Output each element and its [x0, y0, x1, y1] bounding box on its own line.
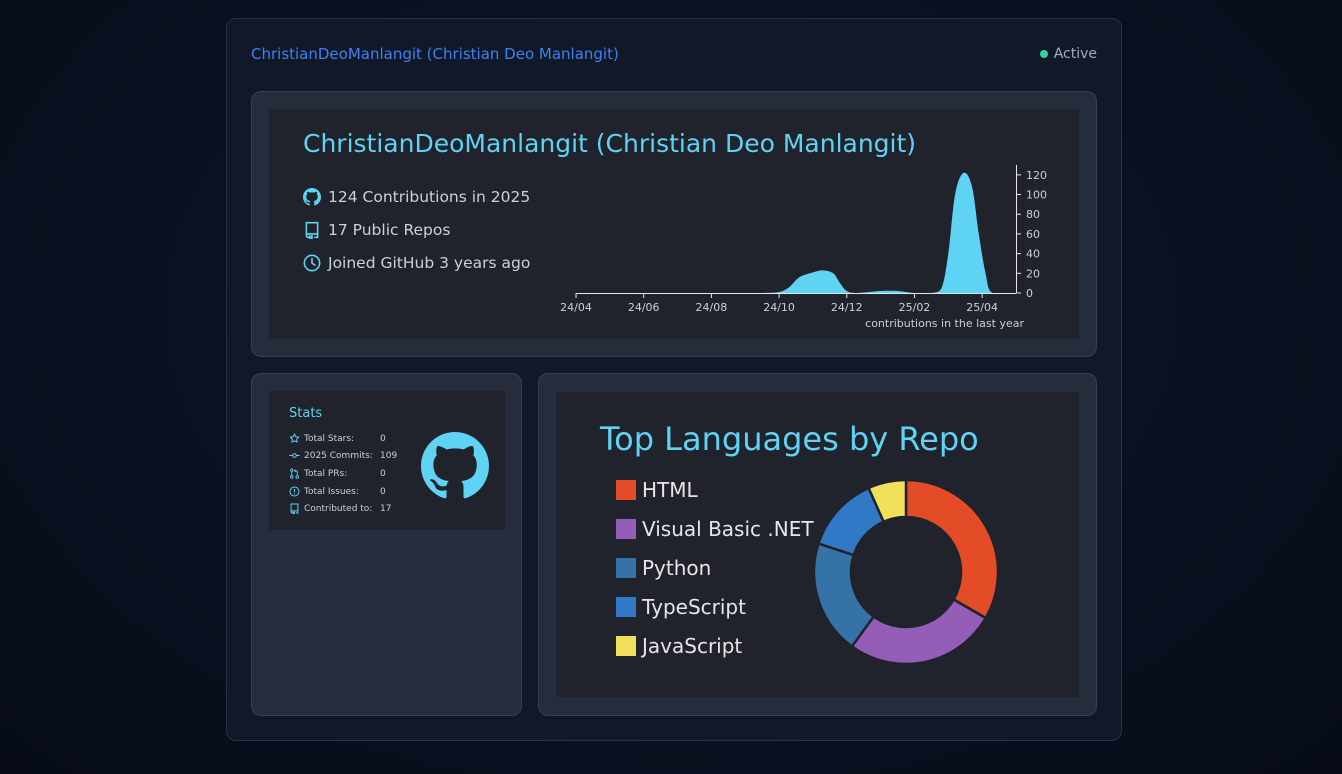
- contributions-row: 124 Contributions in 2025: [303, 188, 530, 206]
- status-dot-icon: [1039, 50, 1048, 58]
- stat-label: Contributed to:: [304, 503, 373, 514]
- legend-label: HTML: [642, 478, 698, 502]
- stat-value: 109: [380, 450, 398, 461]
- clock-icon: [303, 254, 321, 272]
- contributions-area-chart: 24/04 24/06 24/08 24/10 24/12 25/02 25/04 0 20 40…: [560, 165, 1047, 330]
- stat-value: 0: [380, 486, 386, 497]
- github-icon: [303, 188, 321, 206]
- status-label: Active: [1053, 46, 1097, 62]
- repos-text: 17 Public Repos: [328, 221, 451, 239]
- languages-donut-chart: [812, 478, 1000, 666]
- top-languages-card: Top Languages by Repo HTML Visual Basic …: [538, 373, 1097, 716]
- github-logo-icon: [421, 432, 489, 499]
- stat-label: Total PRs:: [304, 468, 348, 479]
- legend-item-python: Python: [616, 556, 711, 580]
- legend-label: Visual Basic .NET: [642, 517, 814, 541]
- profile-details-panel: ChristianDeoManlangit (Christian Deo Man…: [269, 109, 1079, 339]
- stat-row-stars: Total Stars: 0: [289, 433, 386, 444]
- y-tick-label: 40: [1026, 248, 1040, 261]
- profile-name: ChristianDeoManlangit (Christian Deo Man…: [303, 129, 917, 158]
- legend-label: Python: [642, 556, 712, 580]
- stat-label: Total Issues:: [304, 486, 359, 497]
- stat-value: 17: [380, 503, 392, 514]
- y-tick-label: 100: [1026, 189, 1047, 202]
- legend-swatch: [616, 480, 636, 500]
- y-tick-label: 20: [1026, 267, 1040, 280]
- x-tick-label: 25/02: [899, 301, 931, 314]
- joined-text: Joined GitHub 3 years ago: [328, 254, 531, 272]
- window-title[interactable]: ChristianDeoManlangit (Christian Deo Man…: [251, 45, 619, 63]
- x-axis-title: contributions in the last year: [865, 317, 1024, 330]
- donut-slice-visual-basic-net: [850, 597, 988, 666]
- top-languages-title: Top Languages by Repo: [600, 420, 979, 458]
- y-tick-label: 60: [1026, 228, 1040, 241]
- legend-label: TypeScript: [642, 595, 746, 619]
- legend-item-javascript: JavaScript: [616, 634, 742, 658]
- donut-slice-html: [904, 478, 1000, 620]
- stat-row-prs: Total PRs: 0: [289, 468, 386, 479]
- legend-swatch: [616, 636, 636, 656]
- x-tick-label: 24/10: [763, 301, 795, 314]
- repos-row: 17 Public Repos: [303, 221, 450, 239]
- stat-label: Total Stars:: [304, 433, 355, 444]
- status-indicator: Active: [1039, 46, 1097, 62]
- repo-icon: [305, 221, 319, 239]
- legend-swatch: [616, 597, 636, 617]
- y-tick-label: 80: [1026, 208, 1040, 221]
- profile-details-card: ChristianDeoManlangit (Christian Deo Man…: [251, 91, 1097, 357]
- x-tick-label: 25/04: [966, 301, 998, 314]
- stat-label: 2025 Commits:: [304, 450, 373, 461]
- contributions-text: 124 Contributions in 2025: [328, 188, 531, 206]
- y-tick-label: 120: [1026, 169, 1047, 182]
- pull-request-icon: [290, 468, 299, 479]
- legend-swatch: [616, 558, 636, 578]
- issue-icon: [289, 486, 300, 497]
- y-tick-label: 0: [1026, 287, 1033, 300]
- stats-card: Stats Total Stars: 0 2025 Commits: 109 T…: [251, 373, 522, 716]
- stats-panel: Stats Total Stars: 0 2025 Commits: 109 T…: [269, 391, 505, 530]
- stat-row-issues: Total Issues: 0: [289, 486, 386, 497]
- legend-item-typescript: TypeScript: [616, 595, 746, 619]
- commit-icon: [289, 453, 300, 458]
- legend-label: JavaScript: [642, 634, 743, 658]
- legend-swatch: [616, 519, 636, 539]
- stats-title: Stats: [289, 406, 323, 421]
- repo-icon: [290, 503, 299, 514]
- x-tick-label: 24/06: [628, 301, 660, 314]
- x-tick-label: 24/04: [560, 301, 592, 314]
- star-icon: [289, 433, 300, 443]
- stat-row-contributed: Contributed to: 17: [289, 503, 391, 514]
- stat-row-commits: 2025 Commits: 109: [289, 450, 397, 461]
- stat-value: 0: [380, 468, 386, 479]
- x-tick-label: 24/08: [696, 301, 728, 314]
- x-tick-label: 24/12: [831, 301, 863, 314]
- joined-row: Joined GitHub 3 years ago: [303, 254, 530, 272]
- legend-item-visual-basic: Visual Basic .NET: [616, 517, 814, 541]
- top-languages-panel: Top Languages by Repo HTML Visual Basic …: [556, 392, 1079, 697]
- legend-item-html: HTML: [616, 478, 698, 502]
- profile-dashboard-window: ChristianDeoManlangit (Christian Deo Man…: [226, 18, 1122, 741]
- stat-value: 0: [380, 433, 386, 444]
- contributions-area: [576, 172, 1016, 293]
